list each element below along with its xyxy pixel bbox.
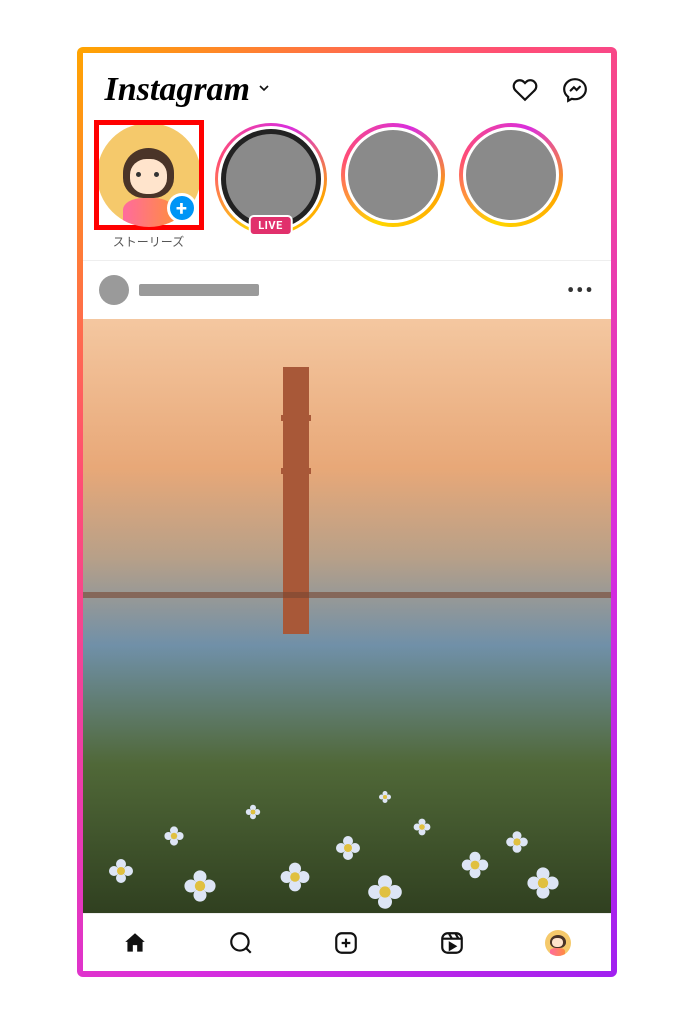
header: Instagram [83,53,611,117]
nav-home-icon[interactable] [121,929,149,957]
my-story-label: ストーリーズ [113,233,184,250]
my-story[interactable]: + ストーリーズ [97,123,201,250]
messenger-icon[interactable] [561,76,589,104]
story-item[interactable] [341,123,445,250]
post-header: ••• [83,261,611,319]
chevron-down-icon[interactable] [256,80,272,100]
post-author-name-placeholder[interactable] [139,284,259,296]
story-avatar [466,130,556,220]
story-avatar [348,130,438,220]
nav-profile-icon[interactable] [544,929,572,957]
post-image[interactable] [83,319,611,913]
nav-search-icon[interactable] [227,929,255,957]
feed-post: ••• [83,261,611,913]
gradient-frame: Instagram [77,47,617,977]
activity-heart-icon[interactable] [511,76,539,104]
post-author-avatar[interactable] [99,275,129,305]
add-story-icon[interactable]: + [167,193,197,223]
header-left[interactable]: Instagram [105,71,273,109]
app-screen: Instagram [83,53,611,971]
story-avatar [226,134,316,224]
nav-reels-icon[interactable] [438,929,466,957]
story-live[interactable]: LIVE [215,123,327,250]
instagram-logo[interactable]: Instagram [105,71,251,109]
stories-row[interactable]: + ストーリーズ LIVE [83,117,611,261]
live-badge: LIVE [248,215,293,236]
post-more-icon[interactable]: ••• [567,278,595,302]
bottom-nav [83,913,611,971]
story-item[interactable] [459,123,563,250]
nav-create-icon[interactable] [332,929,360,957]
